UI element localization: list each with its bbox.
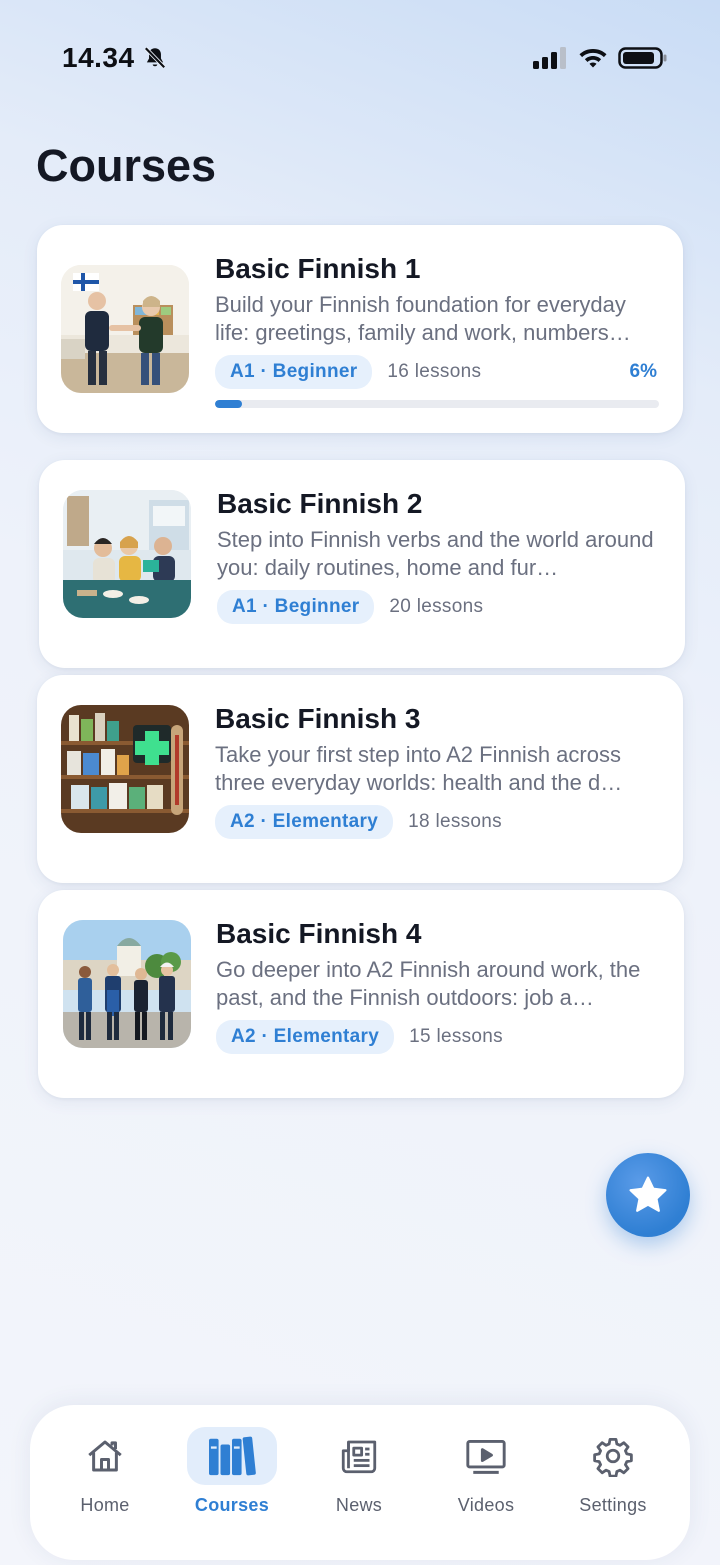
tab-icon-container <box>441 1427 531 1485</box>
course-description: Take your first step into A2 Finnish acr… <box>215 742 623 795</box>
course-description: Step into Finnish verbs and the world ar… <box>217 527 654 580</box>
progress-percentage: 6% <box>629 361 657 382</box>
course-thumbnail-image <box>63 920 191 1048</box>
page-title: Courses <box>36 140 217 191</box>
lesson-count: 20 lessons <box>389 596 484 617</box>
tab-icon-container <box>568 1427 658 1485</box>
tab-label: News <box>335 1495 383 1515</box>
tab-videos[interactable]: Videos <box>426 1405 546 1535</box>
tab-settings[interactable]: Settings <box>553 1405 673 1535</box>
tab-label: Home <box>80 1495 130 1515</box>
home-icon <box>88 1440 122 1472</box>
level-badge: A2 · Elementary <box>215 805 394 839</box>
course-thumbnail-image <box>63 490 191 618</box>
progress-bar-fill <box>215 400 242 408</box>
course-title: Basic Finnish 1 <box>215 253 421 284</box>
favorites-fab-button[interactable] <box>606 1153 690 1237</box>
bottom-tab-bar: Home Courses News Videos Settings <box>30 1405 690 1560</box>
tab-label: Videos <box>457 1495 515 1515</box>
course-meta: A1 · Beginner 16 lessons <box>215 355 481 389</box>
cellular-signal-icon <box>533 47 566 69</box>
tab-news[interactable]: News <box>299 1405 419 1535</box>
bell-muted-icon <box>144 46 166 69</box>
course-title: Basic Finnish 4 <box>216 918 422 949</box>
play-icon <box>466 1440 506 1474</box>
course-card-basic-finnish-2[interactable]: Basic Finnish 2 Step into Finnish verbs … <box>39 460 685 668</box>
lesson-count: 15 lessons <box>409 1026 503 1047</box>
lesson-count: 16 lessons <box>387 361 482 382</box>
course-title: Basic Finnish 2 <box>217 488 423 519</box>
tab-icon-container <box>187 1427 277 1485</box>
tab-label: Settings <box>579 1495 647 1515</box>
course-description: Build your Finnish foundation for everyd… <box>215 292 631 345</box>
course-card-basic-finnish-3[interactable]: Basic Finnish 3 Take your first step int… <box>37 675 683 883</box>
tab-courses[interactable]: Courses <box>172 1405 292 1535</box>
tab-icon-container <box>314 1427 404 1485</box>
course-thumbnail-image <box>61 705 189 833</box>
tab-icon-container <box>60 1427 150 1485</box>
course-thumbnail-image <box>61 265 189 393</box>
status-bar: 14.34 <box>0 0 720 110</box>
wifi-icon <box>579 49 607 68</box>
gear-icon <box>593 1437 633 1477</box>
tab-label: Courses <box>194 1495 270 1515</box>
level-badge: A1 · Beginner <box>215 355 373 389</box>
course-description: Go deeper into A2 Finnish around work, t… <box>216 957 641 1010</box>
books-icon <box>209 1436 256 1476</box>
course-meta: A1 · Beginner 20 lessons <box>217 590 483 624</box>
lesson-count: 18 lessons <box>408 811 502 832</box>
progress-bar <box>215 400 659 408</box>
level-badge: A1 · Beginner <box>217 590 375 624</box>
battery-icon <box>618 47 667 69</box>
course-meta: A2 · Elementary 18 lessons <box>215 805 502 839</box>
course-meta: A2 · Elementary 15 lessons <box>216 1020 503 1054</box>
star-icon <box>629 1176 667 1212</box>
course-card-basic-finnish-1[interactable]: Basic Finnish 1 Build your Finnish found… <box>37 225 683 433</box>
level-badge: A2 · Elementary <box>216 1020 395 1054</box>
status-time: 14.34 <box>62 42 135 73</box>
tab-home[interactable]: Home <box>45 1405 165 1535</box>
course-title: Basic Finnish 3 <box>215 703 421 734</box>
course-card-basic-finnish-4[interactable]: Basic Finnish 4 Go deeper into A2 Finnis… <box>38 890 684 1098</box>
newspaper-icon <box>341 1440 377 1474</box>
